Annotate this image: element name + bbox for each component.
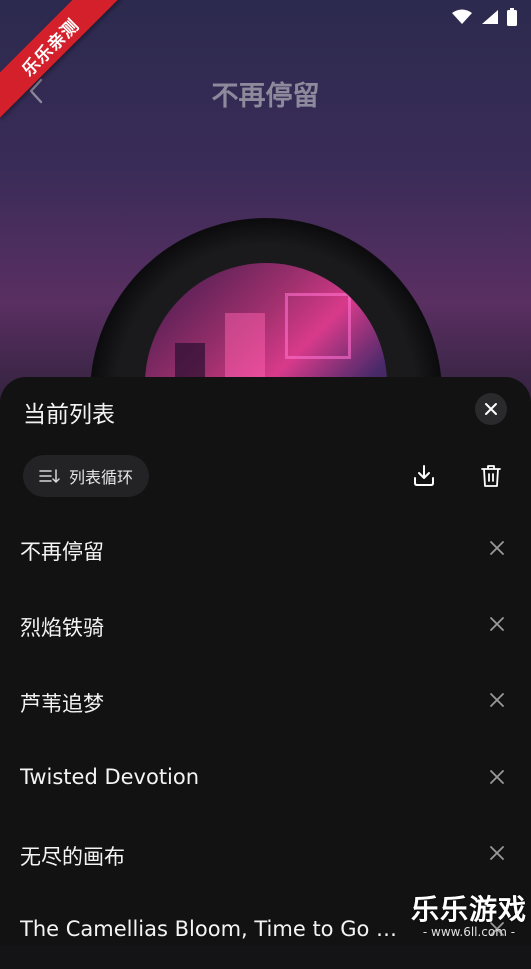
sheet-title: 当前列表 (23, 402, 115, 428)
remove-song-icon[interactable] (487, 843, 507, 863)
remove-song-icon[interactable] (487, 538, 507, 558)
play-mode-chip[interactable]: 列表循环 (23, 455, 150, 497)
song-title: The Camellias Bloom, Time to Go Ho... (20, 917, 410, 941)
list-item[interactable]: Twisted Devotion (0, 741, 531, 817)
play-mode-label: 列表循环 (69, 468, 134, 487)
page-title: 不再停留 (211, 81, 320, 112)
signal-icon (482, 10, 498, 24)
list-item[interactable]: 烈焰铁骑 (0, 588, 531, 664)
clear-list-button[interactable] (476, 461, 506, 491)
battery-icon (507, 8, 517, 26)
download-button[interactable] (409, 461, 439, 491)
remove-song-icon[interactable] (487, 767, 507, 787)
download-icon (414, 465, 434, 486)
watermark-brand: 乐乐游戏 (410, 893, 527, 926)
song-title: 芦苇追梦 (20, 692, 104, 716)
song-title: 不再停留 (20, 540, 104, 564)
song-title: 无尽的画布 (20, 845, 125, 869)
song-title: 烈焰铁骑 (20, 616, 104, 640)
site-watermark: 乐乐游戏 - www.6ll.com - (411, 888, 527, 939)
song-title: Twisted Devotion (20, 765, 200, 789)
list-item[interactable]: 芦苇追梦 (0, 664, 531, 740)
watermark-url: - www.6ll.com - (422, 925, 516, 939)
close-sheet-button[interactable] (475, 393, 507, 425)
playlist-sheet: 当前列表 列表循环 不再停留 烈焰铁骑 芦苇追梦 Twisted Devotio… (0, 377, 531, 945)
list-item[interactable]: 不再停留 (0, 512, 531, 588)
remove-song-icon[interactable] (487, 690, 507, 710)
wifi-icon (452, 9, 472, 24)
trash-icon (481, 465, 501, 487)
close-icon (485, 403, 497, 415)
list-item[interactable]: 无尽的画布 (0, 817, 531, 893)
remove-song-icon[interactable] (487, 614, 507, 634)
list-loop-icon (39, 469, 60, 483)
